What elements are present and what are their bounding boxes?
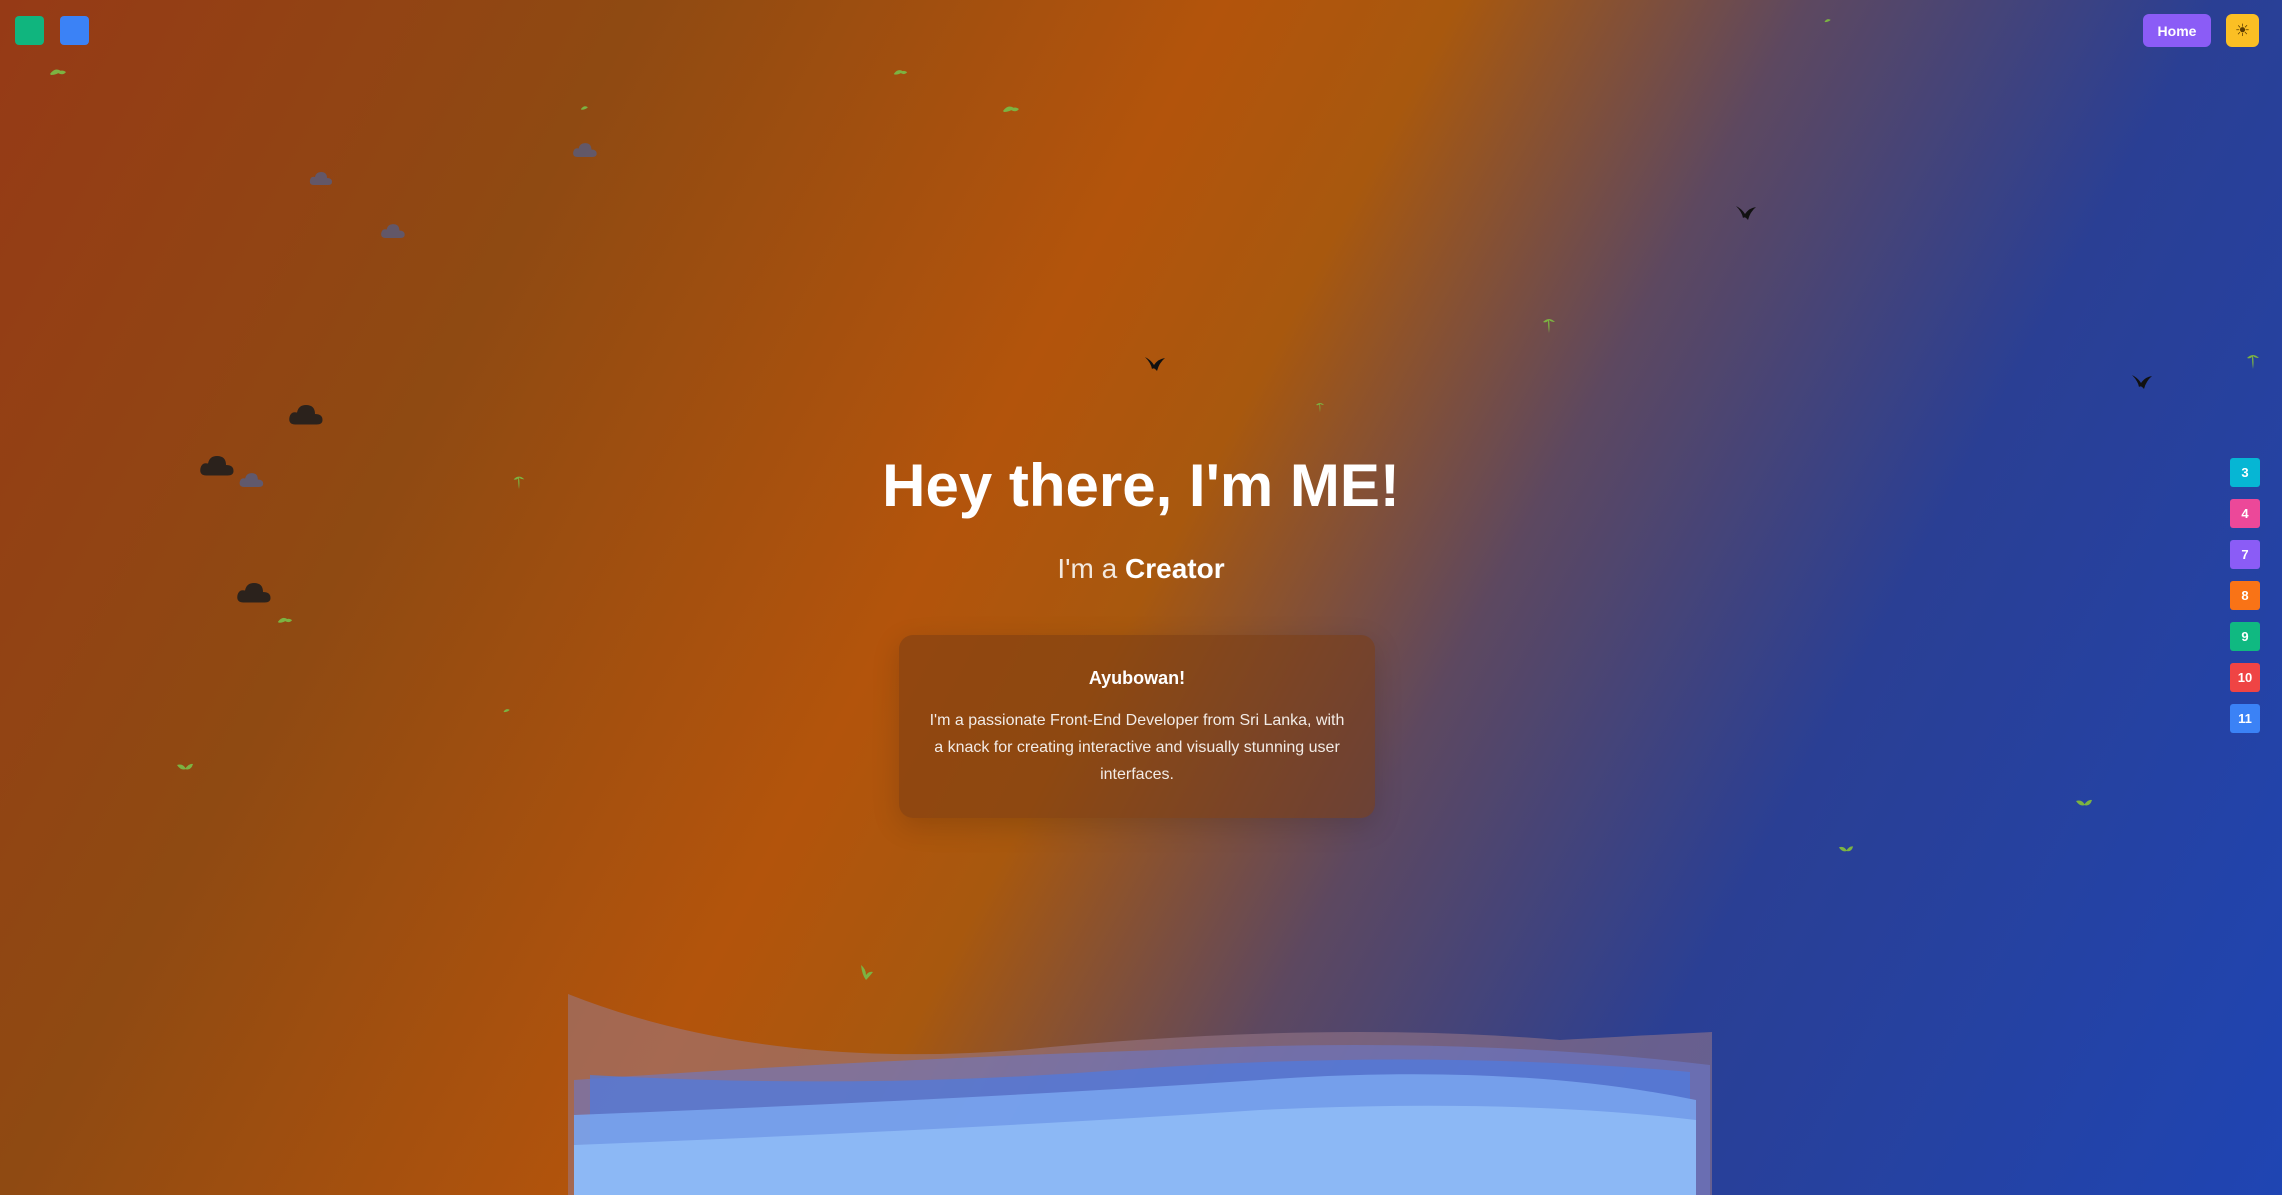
bird-icon — [2132, 375, 2152, 389]
theme-toggle-button[interactable]: ☀ — [2226, 14, 2259, 47]
leaf-icon — [893, 70, 908, 75]
hero-title: Hey there, I'm ME! — [882, 452, 1400, 519]
leaf-icon — [580, 106, 588, 110]
side-nav-item-4[interactable]: 4 — [2230, 499, 2260, 528]
leaf-icon — [503, 709, 510, 713]
cloud-icon — [289, 405, 323, 425]
cloud-icon — [381, 224, 405, 238]
leaf-icon — [277, 617, 293, 623]
cloud-icon — [573, 143, 597, 157]
leaf-icon — [861, 965, 873, 980]
intro-card: Ayubowan! I'm a passionate Front-End Dev… — [899, 635, 1375, 818]
leaf-icon — [2247, 355, 2259, 369]
leaf-icon — [1838, 846, 1854, 852]
side-nav-item-7[interactable]: 7 — [2230, 540, 2260, 569]
home-button[interactable]: Home — [2143, 14, 2211, 47]
cloud-icon — [309, 172, 332, 185]
card-text: I'm a passionate Front-End Developer fro… — [929, 712, 1345, 783]
leaf-icon — [1543, 319, 1555, 333]
wave-decoration — [568, 994, 1712, 1195]
bird-icon — [1736, 206, 1756, 220]
side-nav-item-8[interactable]: 8 — [2230, 581, 2260, 610]
subtitle-prefix: I'm a — [1057, 553, 1118, 584]
green-square-button[interactable] — [15, 16, 44, 45]
leaf-icon — [1316, 403, 1324, 413]
leaf-icon — [50, 69, 66, 75]
side-nav-item-3[interactable]: 3 — [2230, 458, 2260, 487]
leaf-icon — [1824, 19, 1831, 23]
blue-square-button[interactable] — [60, 16, 89, 45]
leaf-icon — [177, 763, 193, 770]
side-nav-item-11[interactable]: 11 — [2230, 704, 2260, 733]
side-nav-item-10[interactable]: 10 — [2230, 663, 2260, 692]
card-title: Ayubowan! — [1088, 668, 1186, 688]
bird-icon — [1145, 357, 1165, 371]
hero-subtitle: I'm a Creator — [0, 552, 2282, 586]
leaf-icon — [2076, 799, 2092, 806]
sun-icon: ☀ — [2234, 20, 2251, 41]
subtitle-role: Creator — [1125, 553, 1225, 584]
leaf-icon — [1003, 106, 1019, 112]
side-nav-item-9[interactable]: 9 — [2230, 622, 2260, 651]
